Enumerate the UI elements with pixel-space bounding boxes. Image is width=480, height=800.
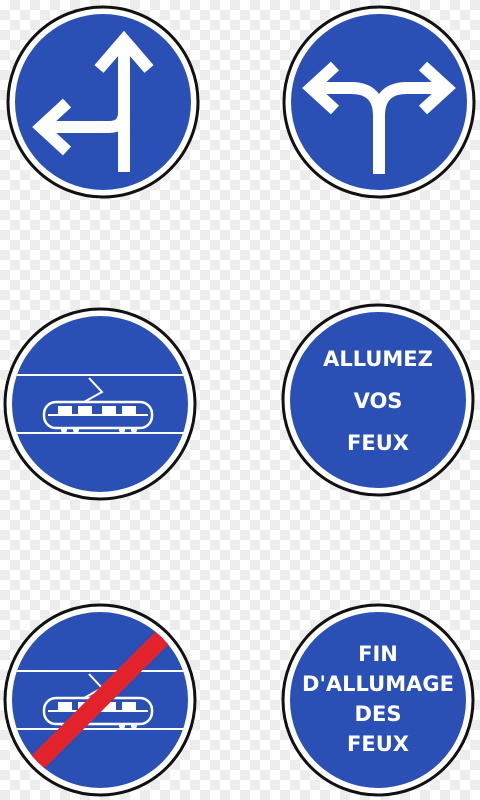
sign-tram-lane — [3, 307, 197, 501]
sign-text-line-2: VOS — [354, 389, 403, 413]
sign-text-line-1: ALLUMEZ — [323, 347, 433, 371]
sign-text-line-4: FEUX — [347, 732, 409, 756]
sign-end-tram-lane — [3, 603, 197, 797]
sign-end-headlights: FIN D'ALLUMAGE DES FEUX — [281, 603, 475, 797]
sign-turn-on-headlights: ALLUMEZ VOS FEUX — [281, 303, 475, 497]
sign-straight-or-left — [6, 5, 200, 199]
sign-left-or-right — [282, 5, 476, 199]
sign-text-line-3: FEUX — [347, 431, 409, 455]
sign-text-line-3: DES — [355, 702, 402, 726]
sign-text-line-2: D'ALLUMAGE — [302, 672, 454, 696]
sign-text-line-1: FIN — [358, 642, 398, 666]
